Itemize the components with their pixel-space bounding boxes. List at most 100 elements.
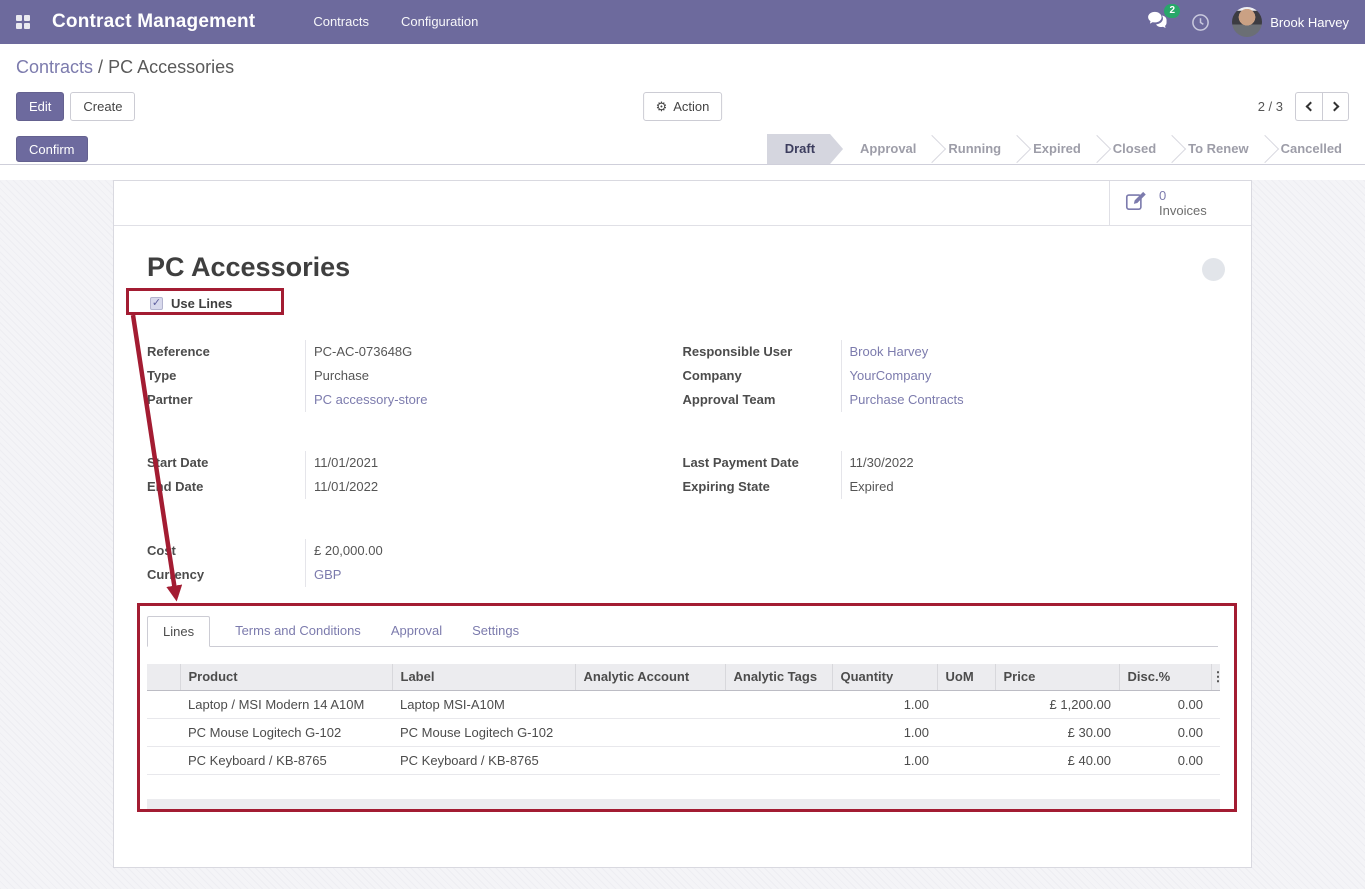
- apps-grid-icon[interactable]: [16, 15, 30, 29]
- messages-count-badge: 2: [1164, 4, 1180, 18]
- menu-configuration[interactable]: Configuration: [401, 0, 478, 44]
- messages-button[interactable]: 2: [1147, 11, 1169, 34]
- contract-lines-table: Product Label Analytic Account Analytic …: [147, 664, 1220, 775]
- field-label: Approval Team: [683, 388, 841, 412]
- column-quantity[interactable]: Quantity: [832, 664, 937, 690]
- field-start-date: Start Date 11/01/2021: [147, 451, 683, 475]
- column-uom[interactable]: UoM: [937, 664, 995, 690]
- partner-link[interactable]: PC accessory-store: [305, 388, 683, 412]
- navbar-right: 2 Brook Harvey: [1147, 7, 1349, 37]
- user-menu[interactable]: Brook Harvey: [1232, 7, 1349, 37]
- cell-uom[interactable]: [937, 746, 995, 774]
- pager-previous-button[interactable]: [1295, 92, 1322, 121]
- invoices-stat-button[interactable]: 0 Invoices: [1109, 181, 1251, 225]
- cell-product[interactable]: PC Keyboard / KB-8765: [180, 746, 392, 774]
- cell-uom[interactable]: [937, 690, 995, 718]
- pager-counter[interactable]: 2 / 3: [1258, 99, 1283, 114]
- cell-discount[interactable]: 0.00: [1119, 690, 1211, 718]
- table-row[interactable]: PC Keyboard / KB-8765 PC Keyboard / KB-8…: [147, 746, 1220, 774]
- column-price[interactable]: Price: [995, 664, 1119, 690]
- app-brand[interactable]: Contract Management: [52, 11, 255, 33]
- column-discount[interactable]: Disc.%: [1119, 664, 1211, 690]
- stage-pipeline: Draft Approval Running Expired Closed To…: [767, 134, 1365, 164]
- dates-group: Start Date 11/01/2021 End Date 11/01/202…: [147, 451, 1218, 499]
- field-label: Partner: [147, 388, 305, 412]
- invoices-label: Invoices: [1159, 203, 1207, 218]
- cell-analytic-account[interactable]: [575, 746, 725, 774]
- cell-quantity[interactable]: 1.00: [832, 718, 937, 746]
- field-type: Type Purchase: [147, 364, 683, 388]
- create-button[interactable]: Create: [70, 92, 135, 121]
- field-cost: Cost £ 20,000.00: [147, 539, 683, 563]
- edit-button[interactable]: Edit: [16, 92, 64, 121]
- cell-analytic-tags[interactable]: [725, 746, 832, 774]
- use-lines-checkbox[interactable]: ✓: [150, 297, 163, 310]
- cell-uom[interactable]: [937, 718, 995, 746]
- breadcrumb-contracts[interactable]: Contracts: [16, 57, 93, 77]
- notebook-tabs: Lines Terms and Conditions Approval Sett…: [147, 616, 1218, 647]
- row-handle-column: [147, 664, 180, 690]
- cell-analytic-tags[interactable]: [725, 718, 832, 746]
- cell-analytic-account[interactable]: [575, 718, 725, 746]
- stage-draft[interactable]: Draft: [767, 134, 843, 164]
- field-approval-team: Approval Team Purchase Contracts: [683, 388, 1219, 412]
- approval-team-link[interactable]: Purchase Contracts: [841, 388, 1219, 412]
- table-row[interactable]: PC Mouse Logitech G-102 PC Mouse Logitec…: [147, 718, 1220, 746]
- column-analytic-tags[interactable]: Analytic Tags: [725, 664, 832, 690]
- column-label[interactable]: Label: [392, 664, 575, 690]
- field-value: Expired: [841, 475, 1219, 499]
- company-link[interactable]: YourCompany: [841, 364, 1219, 388]
- cell-analytic-account[interactable]: [575, 690, 725, 718]
- pager-next-button[interactable]: [1322, 92, 1349, 121]
- button-box: 0 Invoices: [114, 181, 1251, 226]
- record-sheet: 0 Invoices PC Accessories ✓ Use Lines Re…: [113, 180, 1252, 868]
- tab-settings[interactable]: Settings: [457, 616, 534, 646]
- table-row[interactable]: Laptop / MSI Modern 14 A10M Laptop MSI-A…: [147, 690, 1220, 718]
- field-expiring-state: Expiring State Expired: [683, 475, 1219, 499]
- contract-info-group: Reference PC-AC-073648G Type Purchase Pa…: [147, 340, 1218, 412]
- cell-label[interactable]: PC Mouse Logitech G-102: [392, 718, 575, 746]
- gear-icon: ⚙: [656, 99, 668, 115]
- cell-product[interactable]: PC Mouse Logitech G-102: [180, 718, 392, 746]
- control-panel: Contracts / PC Accessories Edit Create ⚙…: [0, 44, 1365, 134]
- column-product[interactable]: Product: [180, 664, 392, 690]
- confirm-button[interactable]: Confirm: [16, 136, 88, 162]
- cell-price[interactable]: £ 30.00: [995, 718, 1119, 746]
- optional-columns-icon[interactable]: ⋮: [1211, 664, 1220, 690]
- field-label: Reference: [147, 340, 305, 364]
- field-end-date: End Date 11/01/2022: [147, 475, 683, 499]
- tab-lines[interactable]: Lines: [147, 616, 210, 647]
- tab-terms-and-conditions[interactable]: Terms and Conditions: [220, 616, 376, 646]
- field-responsible-user: Responsible User Brook Harvey: [683, 340, 1219, 364]
- tab-approval[interactable]: Approval: [376, 616, 457, 646]
- field-label: Start Date: [147, 451, 305, 475]
- field-company: Company YourCompany: [683, 364, 1219, 388]
- activities-clock-icon[interactable]: [1191, 13, 1210, 32]
- cell-label[interactable]: Laptop MSI-A10M: [392, 690, 575, 718]
- use-lines-label: Use Lines: [171, 296, 232, 311]
- user-name: Brook Harvey: [1270, 15, 1349, 30]
- cell-analytic-tags[interactable]: [725, 690, 832, 718]
- chevron-left-icon: [1306, 102, 1316, 112]
- cell-quantity[interactable]: 1.00: [832, 746, 937, 774]
- cell-label[interactable]: PC Keyboard / KB-8765: [392, 746, 575, 774]
- responsible-user-link[interactable]: Brook Harvey: [841, 340, 1219, 364]
- notebook: Lines Terms and Conditions Approval Sett…: [147, 616, 1218, 812]
- field-label: Cost: [147, 539, 305, 563]
- cell-discount[interactable]: 0.00: [1119, 718, 1211, 746]
- menu-contracts[interactable]: Contracts: [313, 0, 369, 44]
- user-avatar: [1232, 7, 1262, 37]
- control-panel-buttons: Edit Create ⚙ Action 2 / 3: [16, 92, 1349, 121]
- main-menu: Contracts Configuration: [313, 0, 478, 44]
- field-last-payment-date: Last Payment Date 11/30/2022: [683, 451, 1219, 475]
- cell-product[interactable]: Laptop / MSI Modern 14 A10M: [180, 690, 392, 718]
- action-button[interactable]: ⚙ Action: [643, 92, 723, 121]
- cost-group: Cost £ 20,000.00 Currency GBP: [147, 539, 1218, 587]
- column-analytic-account[interactable]: Analytic Account: [575, 664, 725, 690]
- breadcrumb-current: PC Accessories: [108, 57, 234, 77]
- cell-discount[interactable]: 0.00: [1119, 746, 1211, 774]
- currency-link[interactable]: GBP: [305, 563, 683, 587]
- cell-price[interactable]: £ 40.00: [995, 746, 1119, 774]
- cell-price[interactable]: £ 1,200.00: [995, 690, 1119, 718]
- cell-quantity[interactable]: 1.00: [832, 690, 937, 718]
